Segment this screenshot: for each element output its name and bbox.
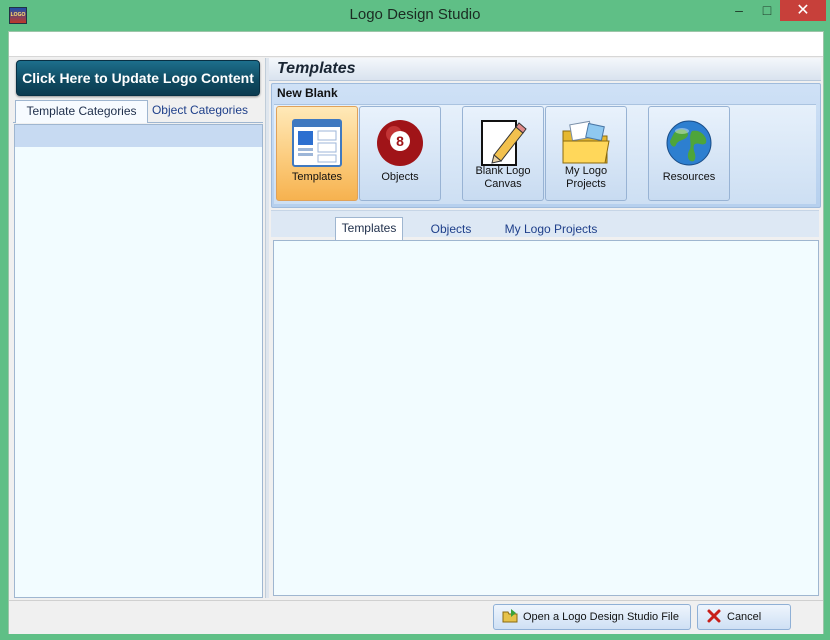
folder-icon: [562, 120, 610, 164]
tab-templates[interactable]: Templates: [335, 217, 403, 240]
close-icon: [707, 609, 721, 623]
blank-logo-canvas-button[interactable]: Blank Logo Canvas: [462, 106, 544, 201]
eight-ball-icon: 8: [377, 120, 423, 166]
left-pane: Click Here to Update Logo Content Templa…: [11, 58, 267, 598]
open-file-button[interactable]: Open a Logo Design Studio File: [493, 604, 691, 630]
resources-button[interactable]: Resources: [648, 106, 730, 201]
resources-label: Resources: [662, 171, 716, 183]
ribbon-header: Templates: [269, 58, 821, 81]
ribbon-group-label: New Blank: [277, 86, 338, 100]
my-logo-projects-button[interactable]: My Logo Projects: [545, 106, 627, 201]
update-logo-content-button[interactable]: Click Here to Update Logo Content: [16, 60, 260, 96]
category-list[interactable]: [14, 124, 263, 598]
cancel-label: Cancel: [727, 611, 762, 623]
templates-icon: [292, 119, 342, 167]
my-logo-projects-label-1: My Logo: [564, 165, 608, 177]
app-window: LOGO Logo Design Studio – □ ✕ Click Here…: [0, 0, 830, 640]
tab-objects[interactable]: Objects: [421, 219, 481, 239]
objects-button[interactable]: 8 Objects: [359, 106, 441, 201]
blank-logo-canvas-label-2: Canvas: [484, 178, 522, 190]
pencil-paper-icon: [481, 120, 527, 166]
templates-label: Templates: [291, 171, 343, 183]
objects-label: Objects: [381, 171, 419, 183]
close-button[interactable]: ✕: [780, 0, 826, 21]
cancel-button[interactable]: Cancel: [697, 604, 791, 630]
templates-button[interactable]: Templates: [276, 106, 358, 201]
ribbon: New Blank Templates 8 Objects Blank Logo…: [271, 83, 821, 208]
maximize-button[interactable]: □: [754, 0, 780, 21]
tab-my-logo-projects[interactable]: My Logo Projects: [499, 219, 603, 239]
svg-text:8: 8: [396, 133, 404, 149]
tab-object-categories[interactable]: Object Categories: [147, 100, 253, 121]
footer-bar: Open a Logo Design Studio File Cancel: [9, 600, 823, 634]
blank-logo-canvas-label-1: Blank Logo: [475, 165, 531, 177]
open-folder-icon: [502, 609, 518, 623]
content-tabs: Templates Objects My Logo Projects: [271, 210, 819, 240]
title-bar: LOGO Logo Design Studio – □ ✕: [0, 0, 830, 31]
open-file-label: Open a Logo Design Studio File: [523, 611, 679, 623]
ribbon-panel: Templates 8 Objects Blank Logo Canvas My…: [274, 104, 816, 204]
minimize-button[interactable]: –: [724, 0, 754, 21]
category-tabs: Template Categories Object Categories: [13, 100, 263, 123]
window-title: Logo Design Studio: [349, 6, 481, 23]
client-area: Click Here to Update Logo Content Templa…: [8, 31, 824, 634]
globe-icon: [666, 120, 712, 166]
menu-bar: [9, 32, 823, 57]
content-area[interactable]: [273, 240, 819, 596]
list-item[interactable]: [15, 125, 262, 147]
tab-template-categories[interactable]: Template Categories: [15, 100, 148, 123]
right-pane: Templates New Blank Templates 8 Objects …: [269, 58, 821, 598]
ribbon-title: Templates: [277, 60, 356, 77]
my-logo-projects-label-2: Projects: [566, 178, 606, 190]
